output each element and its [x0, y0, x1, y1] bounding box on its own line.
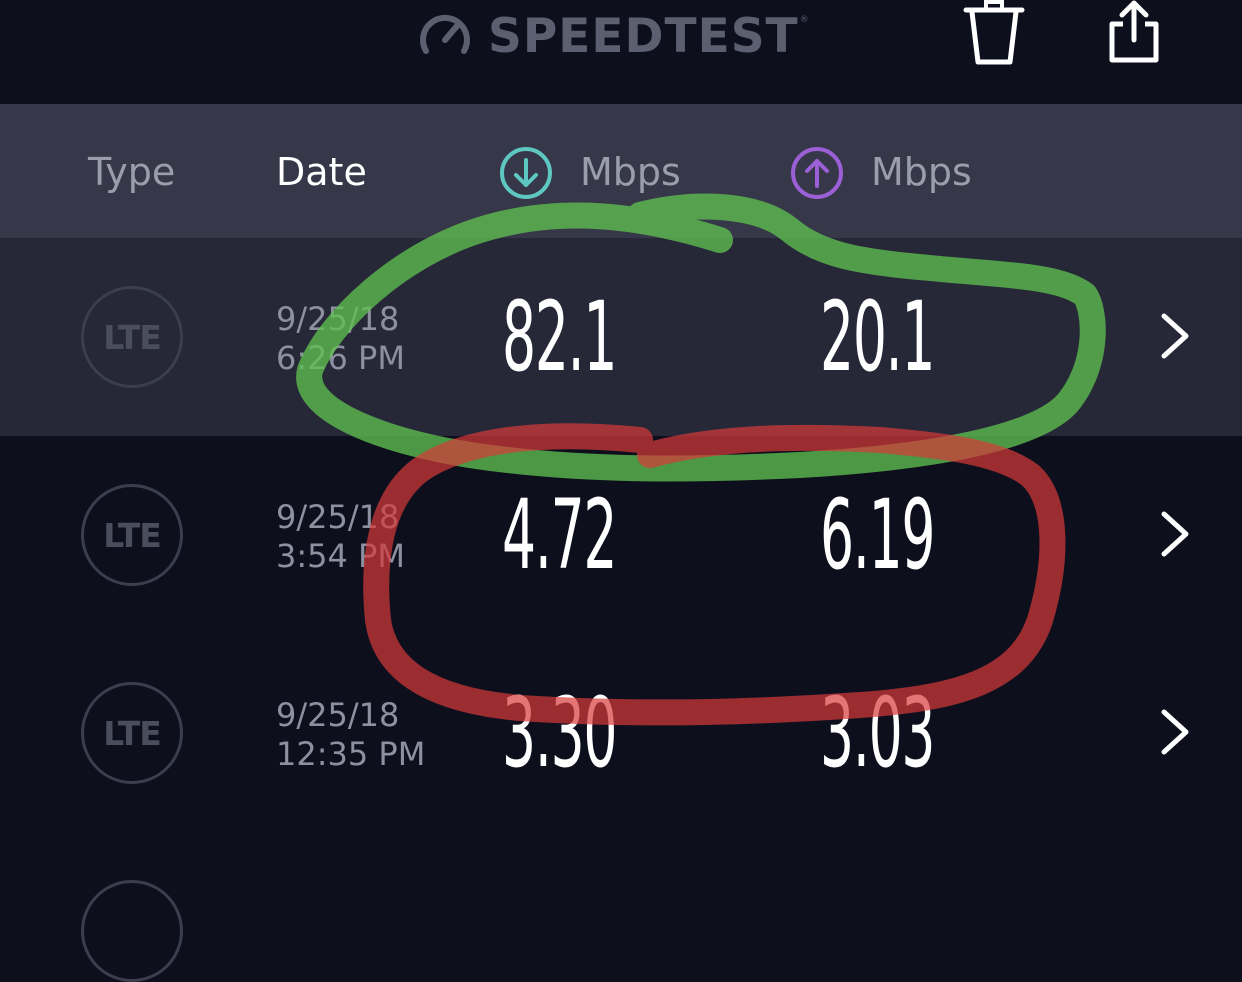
result-row[interactable]: [0, 436, 1242, 634]
chevron-right-icon[interactable]: [1158, 708, 1194, 756]
upload-speed: 6.19: [820, 479, 935, 591]
download-speed: 4.72: [502, 479, 617, 591]
connection-type-badge-partial: [81, 880, 183, 982]
logo-text: SPEEDTEST: [488, 8, 799, 64]
upload-speed: 20.1: [820, 281, 935, 393]
delete-button[interactable]: [960, 0, 1028, 70]
trash-icon: [963, 0, 1025, 65]
connection-type-label: LTE: [103, 515, 162, 555]
chevron-right-icon[interactable]: [1158, 510, 1194, 558]
speedometer-icon: [420, 14, 470, 54]
share-button[interactable]: [1104, 0, 1164, 66]
download-speed: 3.30: [502, 677, 617, 789]
connection-type-badge: LTE: [81, 286, 183, 388]
download-arrow-icon[interactable]: [498, 145, 554, 201]
result-row[interactable]: [0, 634, 1242, 832]
column-header-upload[interactable]: Mbps: [871, 150, 972, 194]
result-date: 9/25/18: [276, 498, 400, 536]
result-time: 6:26 PM: [276, 339, 405, 377]
connection-type-label: LTE: [103, 317, 162, 357]
result-time: 12:35 PM: [276, 735, 426, 773]
connection-type-badge: LTE: [81, 484, 183, 586]
chevron-right-icon[interactable]: [1158, 312, 1194, 360]
result-time: 3:54 PM: [276, 537, 405, 575]
connection-type-badge: LTE: [81, 682, 183, 784]
registered-mark: ®: [799, 14, 809, 25]
download-speed: 82.1: [502, 281, 617, 393]
share-icon: [1109, 0, 1159, 63]
speedtest-logo: SPEEDTEST ®: [416, 6, 809, 66]
upload-speed: 3.03: [820, 677, 935, 789]
result-row[interactable]: [0, 238, 1242, 436]
connection-type-label: LTE: [103, 713, 162, 753]
result-date: 9/25/18: [276, 696, 400, 734]
column-header-type[interactable]: Type: [88, 150, 175, 194]
column-header-download[interactable]: Mbps: [580, 150, 681, 194]
column-header-date[interactable]: Date: [276, 150, 367, 194]
upload-arrow-icon[interactable]: [789, 145, 845, 201]
result-date: 9/25/18: [276, 300, 400, 338]
